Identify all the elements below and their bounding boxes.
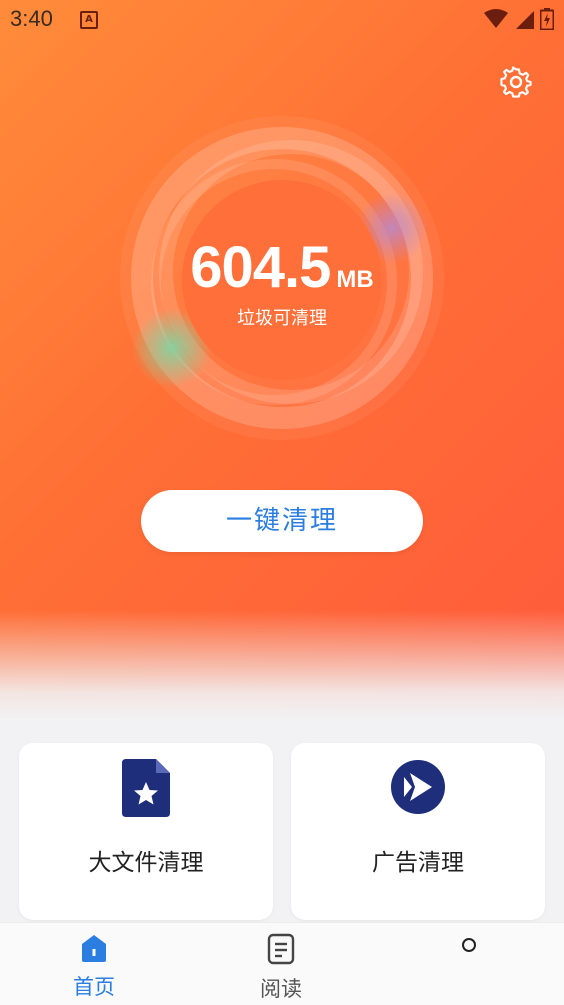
home-icon (82, 935, 106, 962)
tab-reading[interactable]: 阅读 (231, 933, 331, 1003)
storage-value-group: 604.5 MB (116, 234, 448, 301)
document-icon (267, 933, 295, 965)
large-file-clean-card[interactable]: 大文件清理 (19, 743, 273, 920)
bottom-tab-bar: 首页 阅读 (0, 922, 564, 1005)
status-bar: 3:40 A (0, 0, 564, 40)
ad-play-icon (391, 760, 445, 814)
status-time: 3:40 (10, 6, 53, 31)
storage-value: 604.5 (190, 235, 331, 300)
status-icons (484, 8, 554, 30)
signal-icon (516, 11, 534, 29)
ad-clean-label: 广告清理 (372, 850, 464, 876)
file-star-icon (122, 759, 170, 817)
large-file-clean-label: 大文件清理 (88, 850, 204, 876)
storage-unit: MB (336, 266, 374, 293)
tab-home-label: 首页 (73, 975, 115, 999)
circle-icon (462, 938, 476, 952)
one-click-clean-button[interactable]: 一键清理 (141, 490, 423, 552)
tab-home[interactable]: 首页 (44, 933, 144, 1001)
storage-ring: 604.5 MB 垃圾可清理 (116, 112, 448, 444)
gear-icon[interactable] (500, 66, 532, 98)
battery-charging-icon (540, 8, 554, 30)
ad-clean-card[interactable]: 广告清理 (291, 743, 545, 920)
tab-reading-label: 阅读 (260, 977, 302, 1001)
wifi-icon (484, 9, 508, 28)
storage-label: 垃圾可清理 (237, 308, 327, 329)
notification-icon: A (80, 11, 98, 29)
